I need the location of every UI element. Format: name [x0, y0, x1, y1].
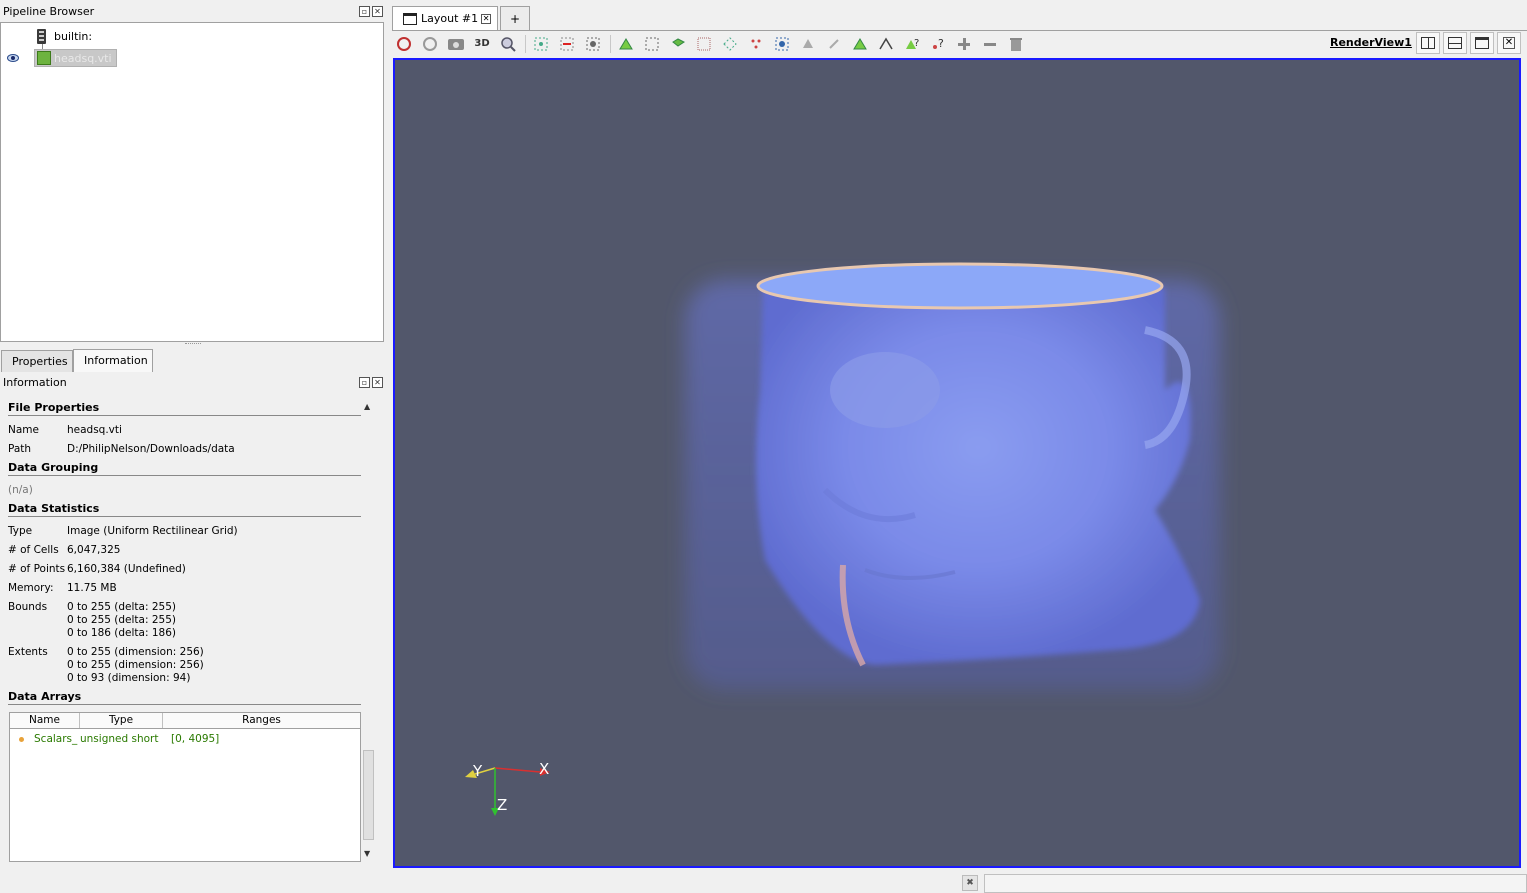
eye-socket [830, 352, 940, 428]
tab-properties[interactable]: Properties [1, 350, 73, 372]
table-row[interactable]: Scalars_ unsigned short [0, 4095] [10, 729, 360, 749]
undock-icon[interactable]: ▫ [359, 6, 370, 17]
hover-cells-icon[interactable] [849, 34, 871, 54]
select-points-on-icon[interactable] [641, 34, 663, 54]
point-data-icon [19, 736, 24, 742]
scroll-up-icon[interactable]: ▲ [364, 402, 370, 411]
svg-text:?: ? [914, 38, 919, 49]
select-points-icon[interactable] [582, 34, 604, 54]
axis-y-label: Y [472, 762, 483, 780]
remove-selection-icon[interactable] [556, 34, 578, 54]
close-view-button[interactable]: ✕ [1497, 32, 1521, 54]
visibility-eye-icon-row[interactable] [7, 49, 19, 67]
render-view-label[interactable]: RenderView1 [1330, 36, 1412, 49]
zoom-to-box-icon[interactable] [497, 34, 519, 54]
trash-icon[interactable] [1005, 34, 1027, 54]
column-header-type[interactable]: Type [80, 713, 163, 728]
add-icon[interactable] [953, 34, 975, 54]
minus-icon[interactable] [979, 34, 1001, 54]
scroll-down-icon[interactable]: ▼ [364, 849, 370, 858]
query-points-icon[interactable]: ? [927, 34, 949, 54]
eye-icon[interactable] [7, 54, 19, 62]
path-value: D:/PhilipNelson/Downloads/data [67, 443, 235, 455]
path-label: Path [8, 443, 32, 455]
memory-label: Memory: [8, 582, 54, 594]
skull-top [756, 262, 1164, 310]
interactive-select-icon[interactable] [771, 34, 793, 54]
grow-selection-icon[interactable] [823, 34, 845, 54]
panel-splitter[interactable] [185, 343, 201, 345]
volume-rendering: X Y Z [465, 262, 1220, 816]
data-source-icon [37, 51, 51, 65]
axis-z-label: Z [497, 796, 507, 814]
split-horizontal-button[interactable] [1416, 32, 1440, 54]
points-label: # of Points [8, 563, 66, 575]
name-value: headsq.vti [67, 424, 122, 436]
pipeline-browser-title: Pipeline Browser ▫ ✕ [0, 4, 385, 20]
orientation-axes: X Y Z [465, 760, 550, 816]
information-panel: File Properties Name headsq.vti Path D:/… [0, 396, 362, 862]
undock-icon[interactable]: ▫ [359, 377, 370, 388]
edit-points-icon[interactable] [875, 34, 897, 54]
status-field [984, 874, 1527, 893]
split-vertical-button[interactable] [1443, 32, 1467, 54]
window-icon [403, 12, 417, 25]
maximize-button[interactable] [1470, 32, 1494, 54]
close-icon: ✕ [1503, 37, 1515, 49]
head-volume [756, 269, 1200, 665]
axis-x-label: X [539, 760, 549, 778]
select-cells-on-icon[interactable] [615, 34, 637, 54]
info-scrollbar[interactable]: ▲ ▼ [362, 400, 375, 862]
cells-value: 6,047,325 [67, 544, 121, 556]
scroll-thumb[interactable] [363, 750, 374, 840]
close-tab-icon[interactable]: ✕ [481, 13, 492, 24]
bounds-label: Bounds [8, 601, 48, 613]
section-data-statistics: Data Statistics [8, 502, 361, 517]
reset-camera-icon[interactable] [393, 34, 415, 54]
points-value: 6,160,384 (Undefined) [67, 563, 186, 575]
pipeline-item-builtin[interactable]: builtin: [37, 27, 92, 45]
tab-information[interactable]: Information [73, 349, 153, 372]
close-icon[interactable]: ✕ [372, 377, 383, 388]
data-arrays-table[interactable]: Name Type Ranges Scalars_ unsigned short… [9, 712, 361, 862]
tab-layout-1[interactable]: Layout #1 ✕ [392, 6, 498, 30]
render-view-canvas[interactable]: X Y Z [393, 58, 1521, 868]
bounds-value: 0 to 255 (delta: 255) 0 to 255 (delta: 2… [67, 601, 176, 639]
information-title: Information ▫ ✕ [0, 375, 385, 391]
select-polygon-icon[interactable] [719, 34, 741, 54]
select-cells-through-icon[interactable] [667, 34, 689, 54]
select-cells-icon[interactable] [530, 34, 552, 54]
memory-value: 11.75 MB [67, 582, 117, 594]
table-header: Name Type Ranges [10, 713, 360, 729]
hover-points-icon[interactable] [797, 34, 819, 54]
svg-text:?: ? [938, 37, 944, 50]
pipeline-item-headsq[interactable]: headsq.vti [34, 49, 117, 67]
close-icon[interactable]: ✕ [372, 6, 383, 17]
add-layout-tab-button[interactable]: + [500, 6, 530, 30]
query-cells-icon[interactable]: ? [901, 34, 923, 54]
pipeline-tree[interactable]: builtin: headsq.vti [0, 22, 384, 342]
select-block-icon[interactable] [745, 34, 767, 54]
cells-label: # of Cells [8, 544, 59, 556]
name-label: Name [8, 424, 39, 436]
data-grouping-value: (n/a) [8, 484, 33, 496]
type-value: Image (Uniform Rectilinear Grid) [67, 525, 238, 537]
clear-status-icon[interactable]: ✖ [962, 875, 978, 891]
column-header-ranges[interactable]: Ranges [163, 713, 360, 728]
column-header-name[interactable]: Name [10, 713, 80, 728]
extents-label: Extents [8, 646, 48, 658]
extents-value: 0 to 255 (dimension: 256) 0 to 255 (dime… [67, 646, 204, 684]
camera-capture-icon[interactable] [445, 34, 467, 54]
toggle-3d-button[interactable]: 3D [471, 34, 493, 54]
section-data-grouping: Data Grouping [8, 461, 361, 476]
select-points-through-icon[interactable] [693, 34, 715, 54]
server-icon [37, 28, 46, 44]
type-label: Type [8, 525, 33, 537]
view-layout-buttons: ✕ [1416, 32, 1521, 54]
zoom-closest-icon[interactable] [419, 34, 441, 54]
section-data-arrays: Data Arrays [8, 690, 361, 705]
section-file-properties: File Properties [8, 401, 361, 416]
